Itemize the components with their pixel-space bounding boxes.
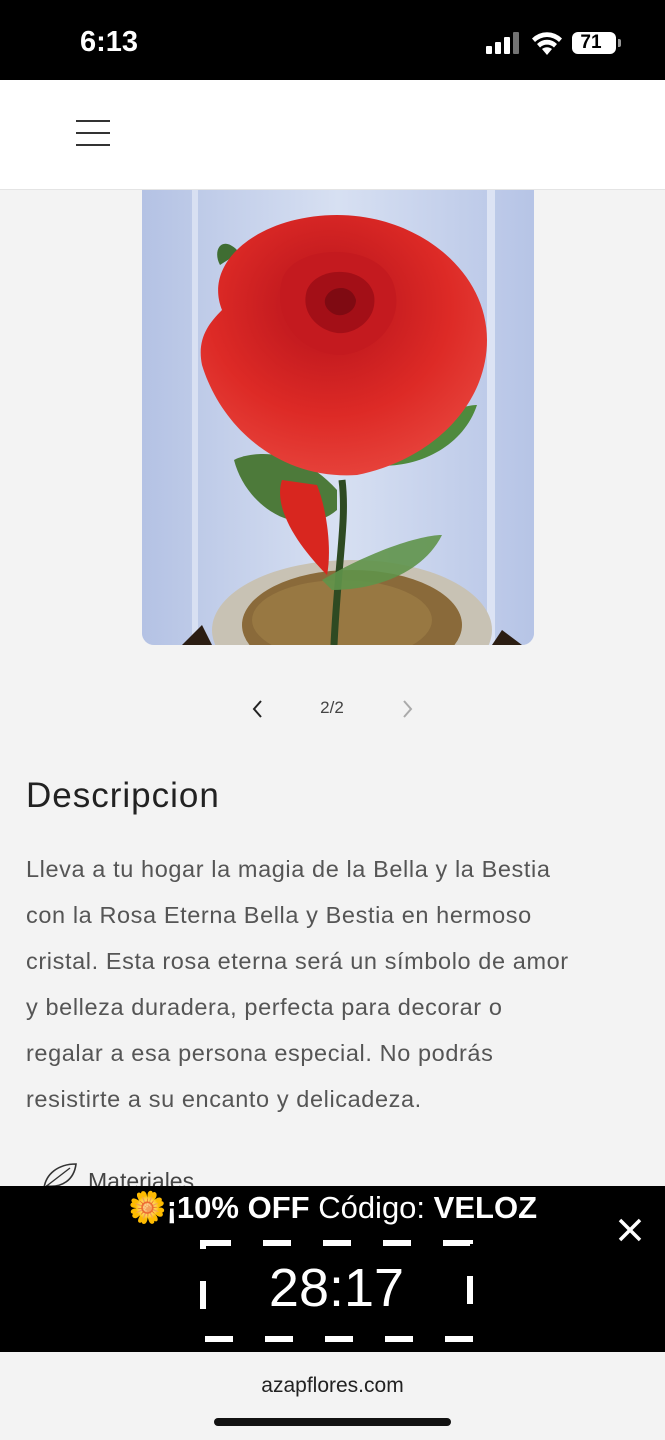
url-text: azapflores.com <box>261 1374 404 1397</box>
browser-url-bar[interactable]: azapflores.com <box>0 1352 665 1440</box>
battery-icon: 71 <box>572 32 616 54</box>
flower-emoji: 🌼 <box>127 1190 167 1225</box>
status-bar: 6:13 71 <box>0 0 665 80</box>
promo-banner: 🌼¡10% OFF Código: VELOZ 28:17 <box>0 1186 665 1352</box>
battery-level: 71 <box>580 32 602 53</box>
promo-code-label: Código: <box>318 1190 426 1225</box>
battery-nub <box>618 39 621 47</box>
product-image[interactable] <box>142 190 534 645</box>
chevron-right-icon[interactable] <box>395 696 419 722</box>
promo-headline: 🌼¡10% OFF Código: VELOZ <box>0 1186 665 1226</box>
description-body: Lleva a tu hogar la magia de la Bella y … <box>26 846 641 1122</box>
status-time: 6:13 <box>80 26 139 58</box>
timer-value: 28:17 <box>268 1258 405 1318</box>
home-indicator <box>214 1418 451 1426</box>
close-icon[interactable] <box>612 1212 648 1248</box>
wifi-icon <box>532 32 562 55</box>
pager-count: 2/2 <box>320 698 344 717</box>
image-pager: 2/2 <box>0 690 665 730</box>
promo-code: VELOZ <box>433 1190 538 1225</box>
description-line: regalar a esa persona especial. No podrá… <box>26 1040 494 1066</box>
hamburger-menu-icon[interactable] <box>76 116 110 150</box>
description-title: Descripcion <box>26 776 220 815</box>
description-line: y belleza duradera, perfecta para decora… <box>26 994 503 1020</box>
promo-offer: ¡10% OFF <box>166 1190 310 1225</box>
countdown-timer: 28:17 <box>200 1240 473 1342</box>
site-header <box>0 80 665 190</box>
description-line: cristal. Esta rosa eterna será un símbol… <box>26 948 569 974</box>
rose-in-glass-dome-image <box>142 190 534 645</box>
chevron-left-icon[interactable] <box>246 696 270 722</box>
description-line: Lleva a tu hogar la magia de la Bella y … <box>26 856 551 882</box>
description-line: resistirte a su encanto y delicadeza. <box>26 1086 422 1112</box>
description-line: con la Rosa Eterna Bella y Bestia en her… <box>26 902 532 928</box>
signal-icon <box>486 32 520 54</box>
